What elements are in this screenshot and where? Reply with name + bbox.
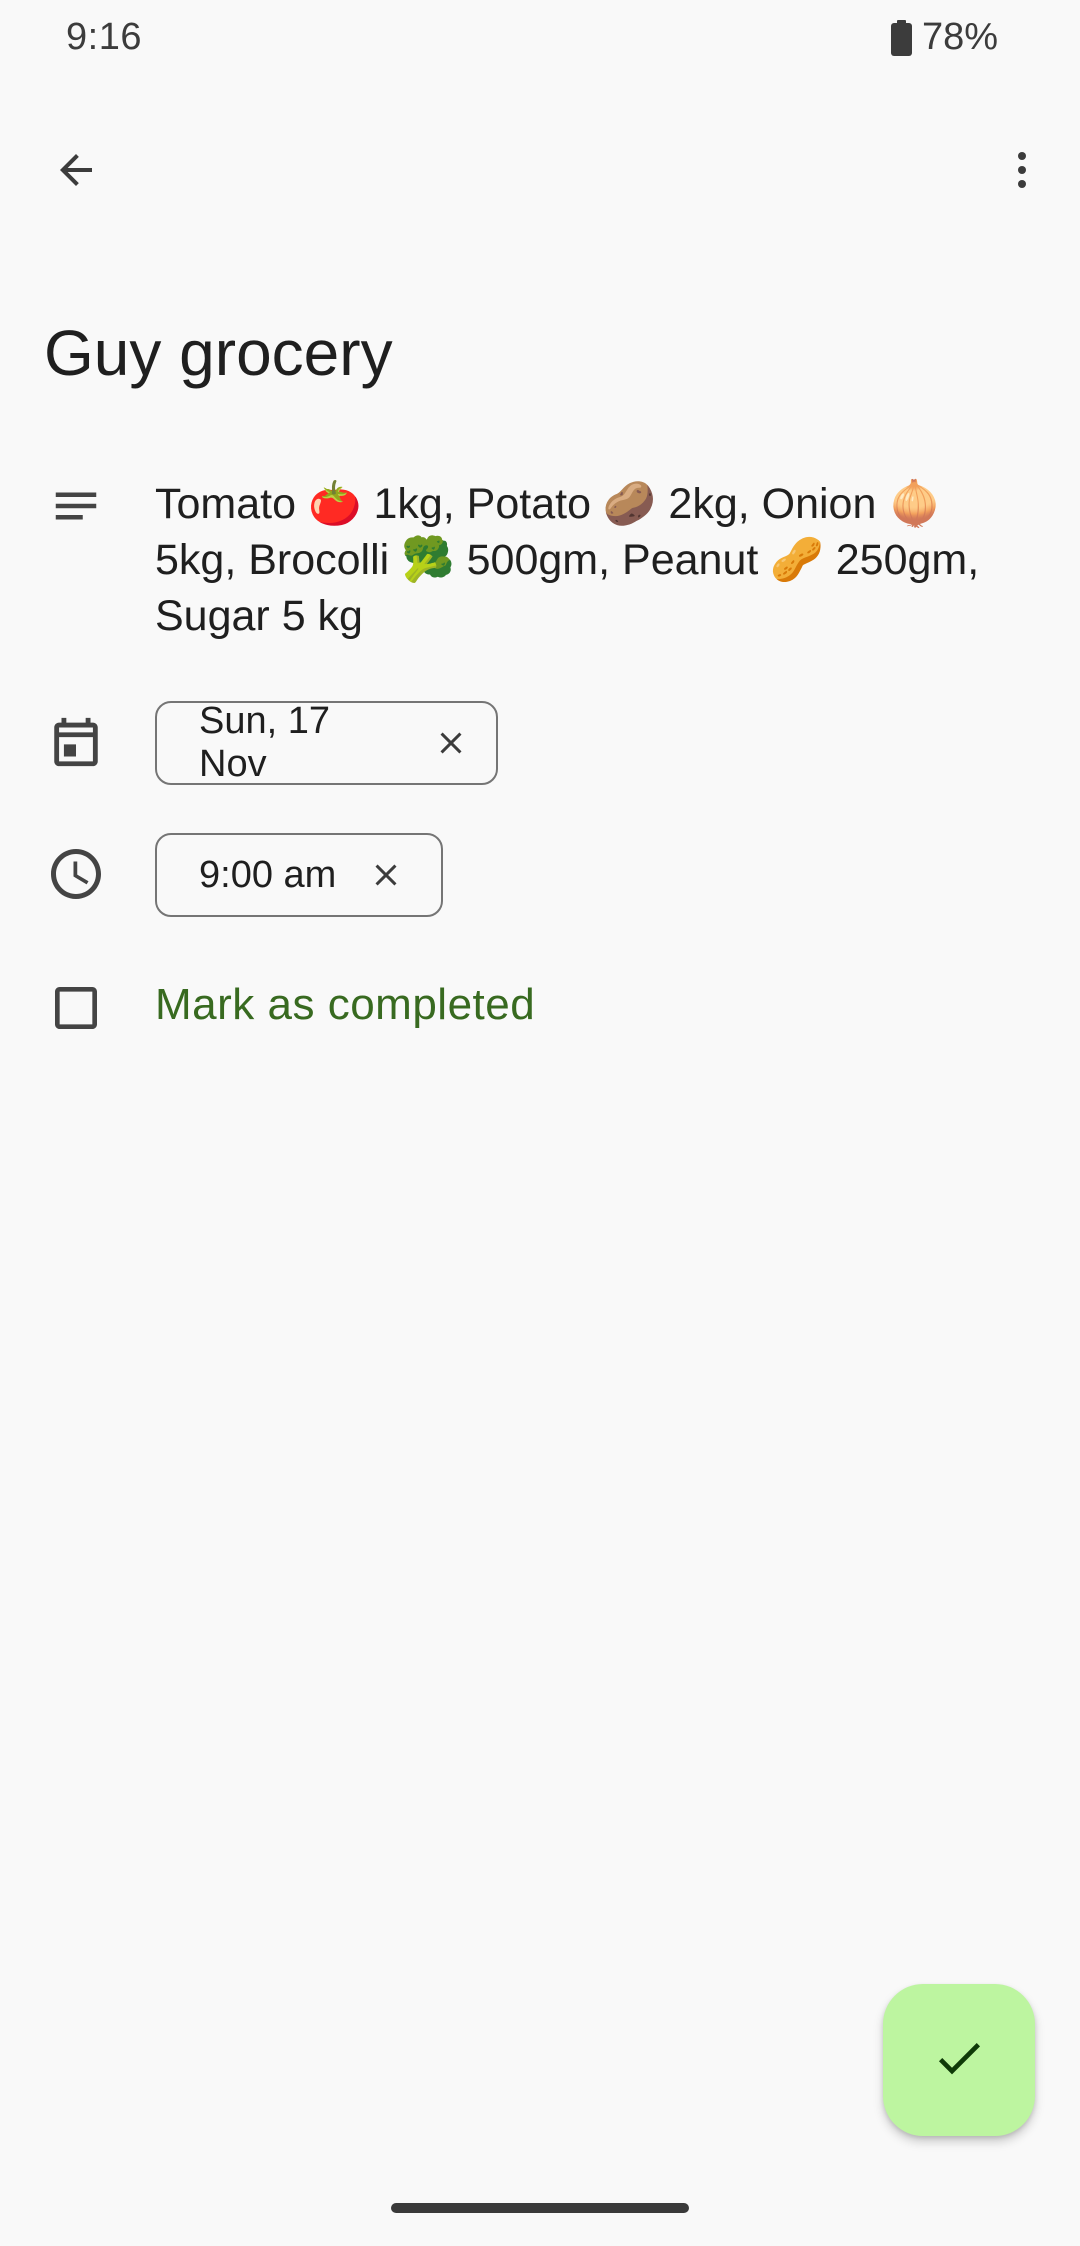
close-icon[interactable] [431, 723, 470, 763]
calendar-icon [44, 710, 108, 774]
check-icon [931, 2030, 987, 2091]
mark-completed-label[interactable]: Mark as completed [155, 980, 535, 1030]
date-chip[interactable]: Sun, 17 Nov [155, 700, 498, 785]
clock-icon [44, 842, 108, 906]
more-options-button[interactable] [974, 124, 1070, 220]
home-indicator[interactable] [391, 2203, 689, 2213]
back-button[interactable] [28, 124, 124, 220]
time-chip[interactable]: 9:00 am [155, 833, 443, 917]
more-vert-icon [998, 146, 1046, 199]
status-time: 9:16 [66, 16, 142, 58]
time-chip-label: 9:00 am [199, 853, 337, 896]
task-detail-screen: 9:16 78% Guy grocery Tomato 🍅 1kg, Potat… [0, 0, 1080, 2246]
status-right: 78% [890, 16, 998, 59]
arrow-back-icon [52, 146, 100, 199]
task-title[interactable]: Guy grocery [44, 312, 393, 394]
date-chip-label: Sun, 17 Nov [199, 700, 330, 785]
battery-icon [890, 19, 912, 56]
battery-percent: 78% [921, 16, 998, 58]
task-notes[interactable]: Tomato 🍅 1kg, Potato 🥔 2kg, Onion 🧅 5kg,… [155, 476, 1035, 644]
close-icon[interactable] [366, 855, 406, 895]
notes-icon [44, 474, 108, 538]
save-fab-button[interactable] [883, 1984, 1035, 2136]
checkbox-outline-icon[interactable] [44, 976, 108, 1040]
